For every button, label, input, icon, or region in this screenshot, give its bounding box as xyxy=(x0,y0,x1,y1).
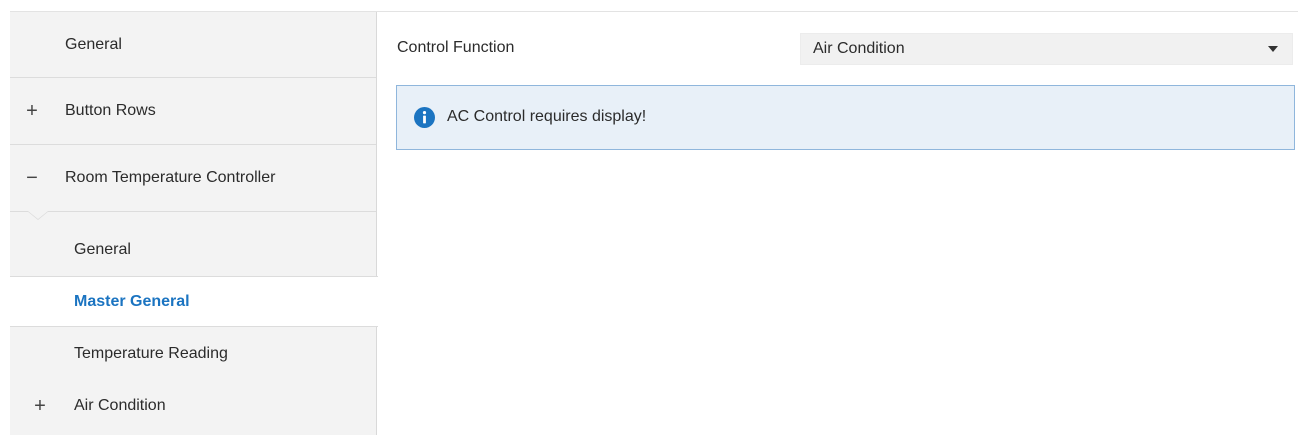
sidebar: General + Button Rows − Room Temperature… xyxy=(10,12,378,435)
sidebar-subitem-general[interactable]: General xyxy=(10,224,376,276)
info-banner: AC Control requires display! xyxy=(396,85,1295,150)
sidebar-item-label: Button Rows xyxy=(65,102,156,119)
expand-plus-icon[interactable]: + xyxy=(24,101,40,121)
control-function-dropdown[interactable]: Air Condition xyxy=(800,33,1293,65)
collapse-minus-icon[interactable]: − xyxy=(24,168,40,188)
sidebar-subitem-temperature-reading[interactable]: Temperature Reading xyxy=(10,328,376,380)
sidebar-item-label: General xyxy=(65,35,122,53)
dropdown-selected-value: Air Condition xyxy=(813,40,905,57)
sidebar-item-label: Master General xyxy=(74,292,190,310)
sidebar-item-label: Air Condition xyxy=(74,397,166,414)
chevron-down-icon xyxy=(1268,46,1278,52)
sidebar-item-room-temperature-controller[interactable]: − Room Temperature Controller xyxy=(10,145,376,211)
sidebar-item-label: Room Temperature Controller xyxy=(65,169,276,186)
sidebar-item-label: Temperature Reading xyxy=(74,345,228,362)
control-function-label: Control Function xyxy=(397,39,515,56)
expand-plus-icon[interactable]: + xyxy=(32,396,48,416)
sidebar-item-label: General xyxy=(74,241,131,258)
info-message: AC Control requires display! xyxy=(447,108,647,125)
sidebar-item-button-rows[interactable]: + Button Rows xyxy=(10,78,376,144)
app-window: General + Button Rows − Room Temperature… xyxy=(0,0,1298,435)
divider xyxy=(10,211,376,212)
sidebar-item-general[interactable]: General xyxy=(10,12,376,77)
info-circle-icon xyxy=(414,107,435,128)
sidebar-subitem-air-condition[interactable]: + Air Condition xyxy=(10,380,376,432)
sidebar-subitem-master-general[interactable]: Master General xyxy=(10,276,378,327)
expanded-notch-fill xyxy=(28,211,48,219)
